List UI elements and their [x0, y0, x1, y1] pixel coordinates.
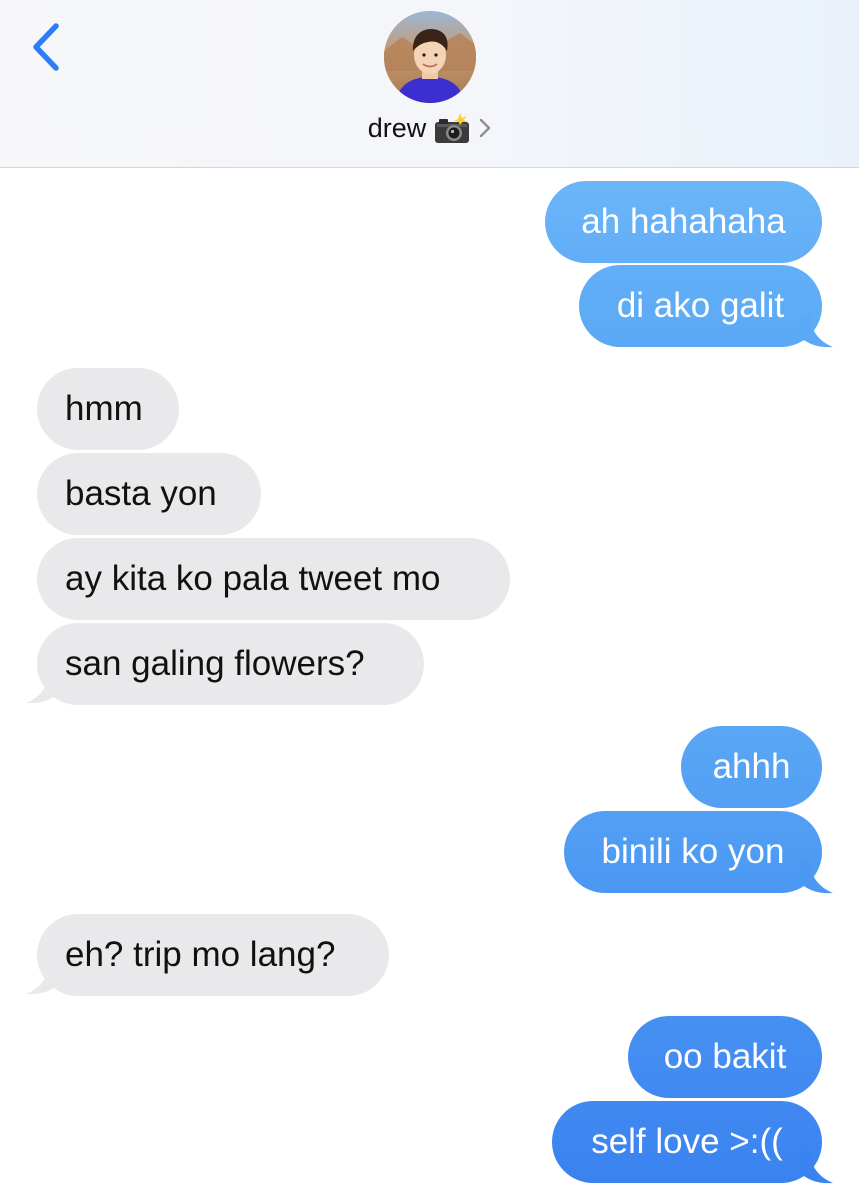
- received-message-bubble[interactable]: ay kita ko pala tweet mo: [37, 538, 510, 620]
- received-bubble-tail: [26, 962, 59, 995]
- message-text: oo bakit: [663, 1037, 787, 1076]
- sent-bubble-tail: [800, 1151, 833, 1184]
- received-message-bubble[interactable]: san galing flowers?: [37, 623, 424, 705]
- received-message-bubble[interactable]: hmm: [37, 368, 179, 450]
- sent-bubble-tail: [800, 861, 833, 894]
- message-list: ah hahahaha di ako galit hmm basta yon a…: [0, 0, 859, 1200]
- sent-message-bubble[interactable]: binili ko yon: [564, 811, 822, 893]
- message-text: basta yon: [65, 474, 217, 513]
- received-bubble-tail: [26, 671, 59, 704]
- received-message-bubble[interactable]: basta yon: [37, 453, 261, 535]
- received-message-bubble[interactable]: eh? trip mo lang?: [37, 914, 389, 996]
- message-text: san galing flowers?: [65, 644, 365, 683]
- message-text: ay kita ko pala tweet mo: [65, 559, 441, 598]
- message-text: self love >:((: [591, 1122, 783, 1161]
- message-text: hmm: [65, 389, 143, 428]
- message-text: binili ko yon: [601, 832, 785, 871]
- sent-message-bubble[interactable]: self love >:((: [552, 1101, 822, 1183]
- message-text: ahhh: [712, 747, 791, 786]
- sent-bubble-tail: [800, 315, 833, 348]
- sent-message-bubble[interactable]: oo bakit: [628, 1016, 822, 1098]
- sent-message-bubble[interactable]: di ako galit: [579, 265, 822, 347]
- message-text: di ako galit: [616, 286, 785, 325]
- sent-message-bubble[interactable]: ahhh: [681, 726, 822, 808]
- message-text: ah hahahaha: [581, 202, 786, 241]
- message-text: eh? trip mo lang?: [65, 935, 336, 974]
- sent-message-bubble[interactable]: ah hahahaha: [545, 181, 822, 263]
